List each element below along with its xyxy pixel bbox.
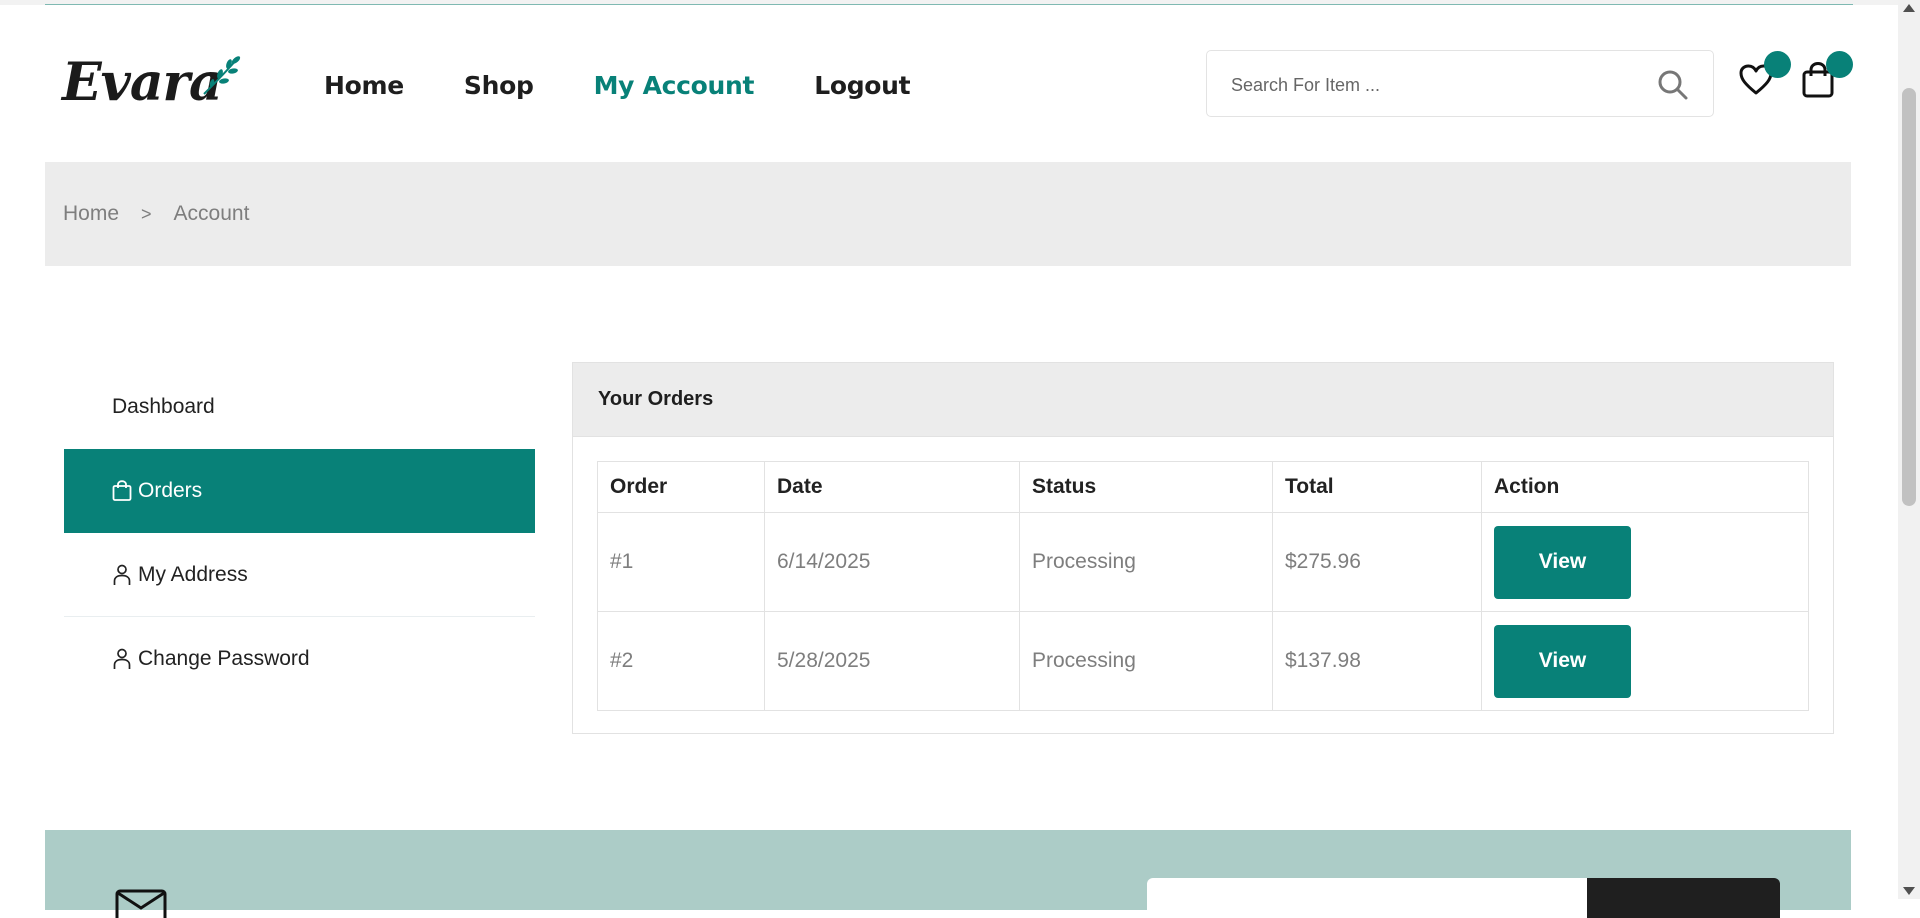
envelope-icon xyxy=(115,889,167,918)
sidebar-item-label: Dashboard xyxy=(112,395,215,418)
nav-home[interactable]: Home xyxy=(324,66,404,106)
sidebar-item-orders[interactable]: Orders xyxy=(64,449,535,533)
column-header-total: Total xyxy=(1272,461,1482,513)
order-date: 5/28/2025 xyxy=(764,611,1020,711)
main-nav: Home Shop My Account Logout xyxy=(324,66,970,106)
newsletter-section xyxy=(45,830,1851,918)
cart-button[interactable] xyxy=(1799,51,1853,104)
page-scrollbar[interactable] xyxy=(1898,0,1920,899)
search-box xyxy=(1206,50,1714,117)
breadcrumb-home[interactable]: Home xyxy=(63,202,119,225)
order-total: $137.98 xyxy=(1272,611,1482,711)
order-action-cell: View xyxy=(1481,512,1809,612)
user-icon xyxy=(113,564,131,585)
order-status: Processing xyxy=(1019,611,1273,711)
sidebar-item-change-password[interactable]: Change Password xyxy=(64,617,535,701)
column-header-action: Action xyxy=(1481,461,1809,513)
top-strip xyxy=(0,0,1898,5)
nav-my-account[interactable]: My Account xyxy=(594,66,755,106)
table-row: #1 6/14/2025 Processing $275.96 View xyxy=(597,512,1809,612)
wishlist-count-badge xyxy=(1764,51,1791,78)
view-order-button[interactable]: View xyxy=(1494,624,1631,698)
order-date: 6/14/2025 xyxy=(764,512,1020,612)
breadcrumb-separator: > xyxy=(141,204,152,224)
nav-logout[interactable]: Logout xyxy=(814,66,910,106)
breadcrumb: Home > Account xyxy=(63,202,249,226)
wishlist-button[interactable] xyxy=(1737,51,1791,104)
search-icon[interactable] xyxy=(1657,69,1689,101)
bag-icon xyxy=(112,480,132,501)
scroll-up-arrow-icon[interactable] xyxy=(1903,4,1915,12)
newsletter-email-input[interactable] xyxy=(1147,878,1632,918)
column-header-order: Order xyxy=(597,461,765,513)
view-order-button[interactable]: View xyxy=(1494,525,1631,599)
evara-logo[interactable]: Evara xyxy=(62,52,242,114)
logo-text: Evara xyxy=(62,52,223,113)
scroll-down-arrow-icon[interactable] xyxy=(1903,887,1915,895)
newsletter-subscribe-button[interactable] xyxy=(1587,878,1780,918)
column-header-date: Date xyxy=(764,461,1020,513)
table-row: #2 5/28/2025 Processing $137.98 View xyxy=(597,611,1809,711)
sidebar-item-dashboard[interactable]: Dashboard xyxy=(64,365,535,449)
sidebar-item-label: Orders xyxy=(138,479,203,502)
sidebar-item-label: My Address xyxy=(138,562,248,586)
sidebar-item-label: Change Password xyxy=(138,647,310,670)
user-icon xyxy=(113,648,131,669)
orders-table: Order Date Status Total Action #1 6/14/2… xyxy=(597,461,1809,711)
order-number: #2 xyxy=(597,611,765,711)
column-header-status: Status xyxy=(1019,461,1273,513)
orders-card: Your Orders Order Date Status Total Acti… xyxy=(572,362,1834,734)
orders-card-title: Your Orders xyxy=(573,363,1833,437)
order-total: $275.96 xyxy=(1272,512,1482,612)
sidebar-item-my-address[interactable]: My Address xyxy=(64,533,535,617)
search-input[interactable] xyxy=(1229,69,1633,101)
order-number: #1 xyxy=(597,512,765,612)
cart-count-badge xyxy=(1826,51,1853,78)
scrollbar-thumb[interactable] xyxy=(1902,88,1916,506)
account-sidebar: Dashboard Orders My Address Change Passw… xyxy=(64,365,535,701)
table-header-row: Order Date Status Total Action xyxy=(597,461,1809,513)
breadcrumb-bar: Home > Account xyxy=(45,162,1851,266)
order-status: Processing xyxy=(1019,512,1273,612)
leaf-sprig-icon xyxy=(203,56,241,95)
order-action-cell: View xyxy=(1481,611,1809,711)
nav-shop[interactable]: Shop xyxy=(464,66,534,106)
breadcrumb-current: Account xyxy=(173,202,250,225)
